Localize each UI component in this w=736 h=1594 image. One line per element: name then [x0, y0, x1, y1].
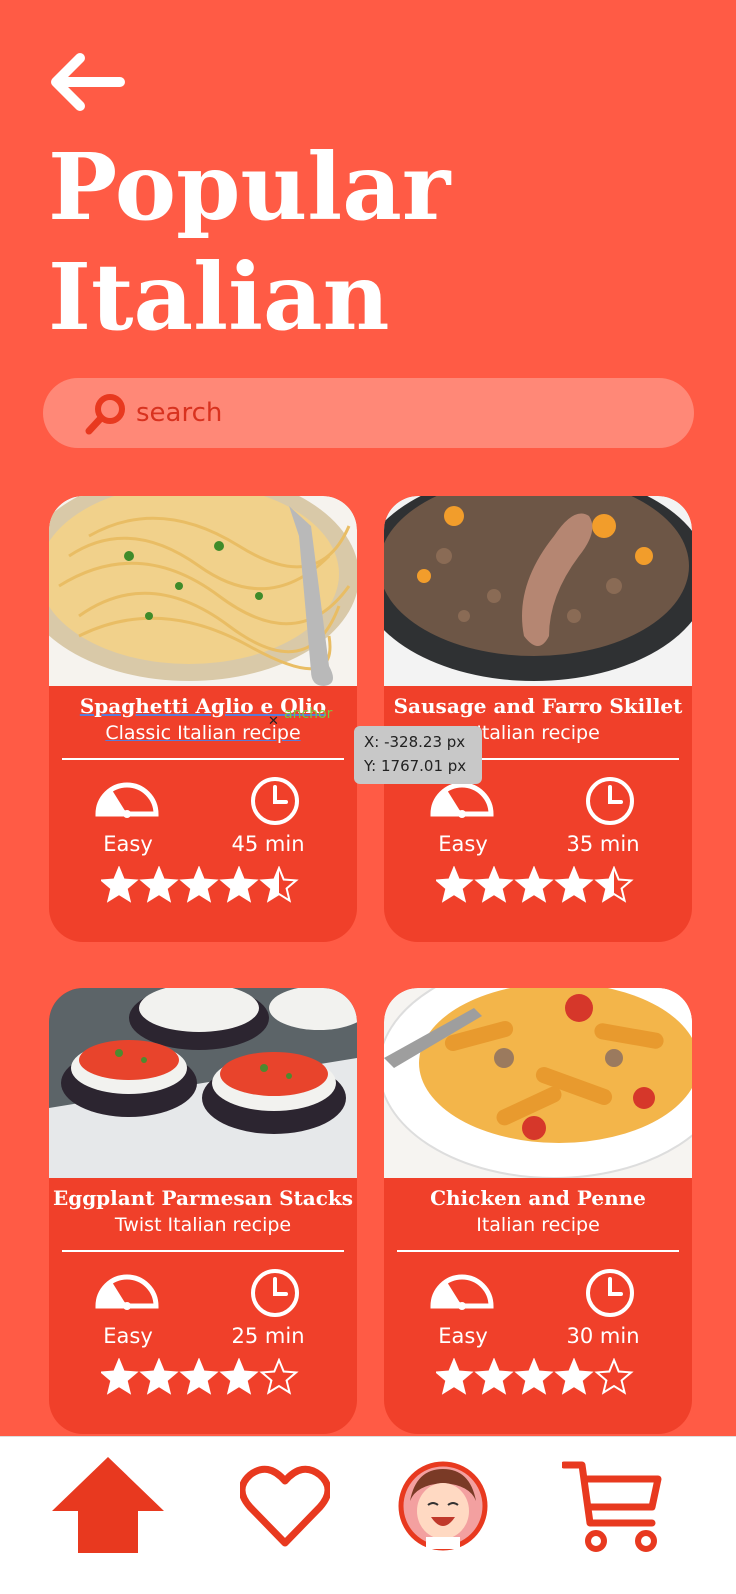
difficulty-gauge-icon: [430, 1274, 494, 1310]
rating-stars: [101, 1358, 299, 1395]
search-icon: [85, 394, 125, 435]
page-title: Popular Italian: [48, 132, 648, 352]
page-title-line1: Popular: [48, 133, 451, 241]
star-icon: [436, 1358, 474, 1395]
time-label: 30 min: [566, 1324, 640, 1348]
star-icon: [474, 1358, 514, 1395]
recipe-card-sausage[interactable]: Sausage and Farro Skillet Italian recipe…: [384, 496, 692, 942]
divider: [62, 1250, 344, 1252]
rating-stars: [436, 1358, 634, 1395]
recipe-title: Sausage and Farro Skillet: [393, 694, 683, 718]
star-icon: [554, 866, 594, 903]
coordinate-tooltip: X: -328.23 px Y: 1767.01 px: [354, 726, 482, 784]
recipe-title: Eggplant Parmesan Stacks: [52, 1186, 354, 1210]
recipe-image-spaghetti: [49, 496, 357, 686]
star-icon: [139, 866, 179, 903]
difficulty-label: Easy: [438, 832, 488, 856]
star-icon: [101, 1358, 139, 1395]
recipe-subtitle: Twist Italian recipe: [114, 1214, 292, 1236]
difficulty-gauge-icon: [95, 782, 159, 818]
recipe-card-eggplant[interactable]: Eggplant Parmesan Stacks Twist Italian r…: [49, 988, 357, 1434]
star-icon: [259, 866, 299, 903]
y-readout: Y: 1767.01 px: [364, 757, 467, 775]
difficulty-label: Easy: [103, 832, 153, 856]
bottom-nav: [0, 1436, 736, 1594]
recipe-image-sausage: [384, 496, 692, 686]
star-icon: [436, 866, 474, 903]
heart-icon[interactable]: [240, 1463, 330, 1549]
clock-icon: [586, 1269, 634, 1317]
page-title-line2: Italian: [48, 243, 390, 351]
recipe-subtitle: Italian recipe: [476, 1214, 600, 1236]
star-icon: [554, 1358, 594, 1395]
difficulty-label: Easy: [438, 1324, 488, 1348]
screen: Popular Italian Spaghetti: [0, 0, 736, 1594]
search-bar[interactable]: [43, 378, 694, 448]
divider: [62, 758, 344, 760]
anchor-marker-icon: ✕: [268, 714, 279, 729]
star-icon: [259, 1358, 299, 1395]
anchor-label: anchor: [284, 706, 333, 722]
star-icon: [101, 866, 139, 903]
clock-icon: [586, 777, 634, 825]
recipe-image-eggplant: [49, 988, 357, 1178]
search-input[interactable]: [136, 390, 656, 436]
cart-icon[interactable]: [562, 1457, 666, 1557]
rating-stars: [101, 866, 299, 903]
recipe-subtitle: Classic Italian recipe: [105, 722, 301, 744]
time-label: 45 min: [231, 832, 305, 856]
difficulty-label: Easy: [103, 1324, 153, 1348]
time-label: 25 min: [231, 1324, 305, 1348]
difficulty-gauge-icon: [95, 1274, 159, 1310]
back-arrow-icon[interactable]: [46, 52, 126, 112]
star-icon: [179, 1358, 219, 1395]
divider: [397, 1250, 679, 1252]
star-icon: [474, 866, 514, 903]
time-label: 35 min: [566, 832, 640, 856]
avatar[interactable]: [398, 1461, 488, 1551]
recipe-title: Chicken and Penne: [430, 1186, 646, 1210]
star-icon: [594, 1358, 634, 1395]
clock-icon: [251, 777, 299, 825]
star-icon: [139, 1358, 179, 1395]
rating-stars: [436, 866, 634, 903]
x-readout: X: -328.23 px: [364, 733, 466, 751]
recipe-card-chicken-penne[interactable]: Chicken and Penne Italian recipe Easy 30…: [384, 988, 692, 1434]
star-icon: [219, 866, 259, 903]
star-icon: [514, 1358, 554, 1395]
star-icon: [514, 866, 554, 903]
recipe-image-chicken-penne: [384, 988, 692, 1178]
star-icon: [179, 866, 219, 903]
home-icon[interactable]: [50, 1455, 166, 1555]
star-icon: [594, 866, 634, 903]
star-icon: [219, 1358, 259, 1395]
clock-icon: [251, 1269, 299, 1317]
